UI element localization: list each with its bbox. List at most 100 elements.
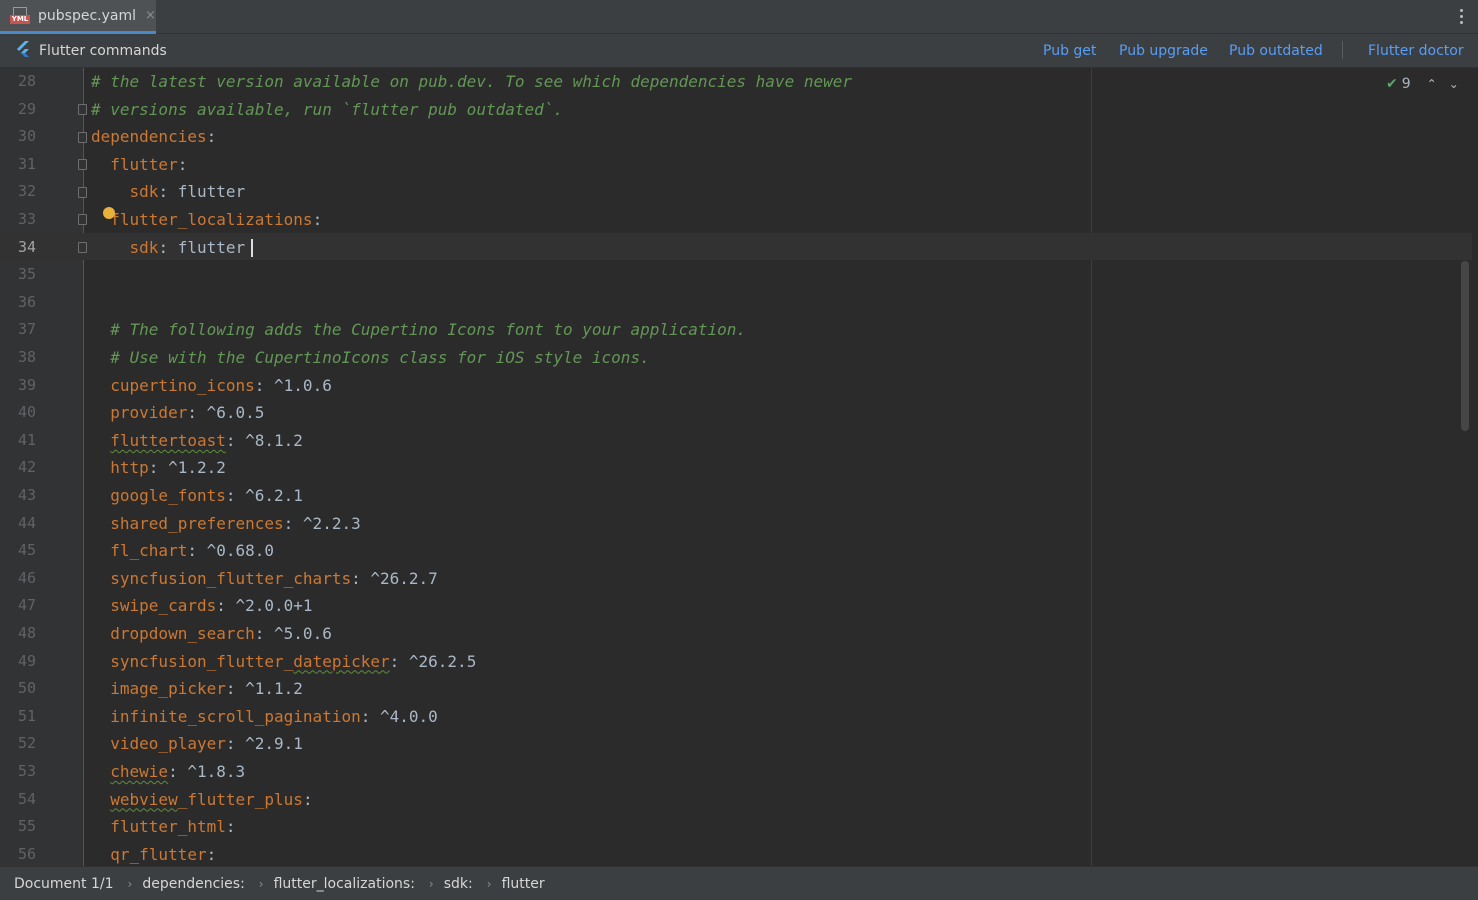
value-token: : ^2.0.0+1 bbox=[216, 596, 313, 616]
code-line[interactable]: 44 shared_preferences: ^2.2.3 bbox=[0, 510, 1478, 537]
value-token: : ^1.2.2 bbox=[148, 458, 226, 478]
comment-token: # versions available, run `flutter pub o… bbox=[91, 99, 564, 119]
value-token: : ^2.2.3 bbox=[283, 513, 361, 533]
fold-marker-icon[interactable] bbox=[78, 159, 87, 170]
key-token: http bbox=[110, 458, 149, 478]
code-line[interactable]: 33 flutter_localizations: bbox=[0, 206, 1478, 233]
code-line[interactable]: 51 infinite_scroll_pagination: ^4.0.0 bbox=[0, 703, 1478, 730]
code-text[interactable]: cupertino_icons: ^1.0.6 bbox=[91, 372, 332, 399]
code-line[interactable]: 45 fl_chart: ^0.68.0 bbox=[0, 537, 1478, 564]
code-line[interactable]: 39 cupertino_icons: ^1.0.6 bbox=[0, 372, 1478, 399]
code-line[interactable]: 50 image_picker: ^1.1.2 bbox=[0, 675, 1478, 702]
pub-upgrade-link[interactable]: Pub upgrade bbox=[1119, 43, 1208, 59]
chevron-up-icon[interactable]: ⌃ bbox=[1427, 77, 1437, 91]
code-line[interactable]: 34 sdk: flutter bbox=[0, 234, 1478, 261]
flutter-logo-icon bbox=[17, 41, 29, 57]
line-number: 37 bbox=[17, 320, 36, 339]
value-token: : ^1.1.2 bbox=[225, 679, 303, 699]
code-text[interactable]: flutter_localizations: bbox=[91, 206, 322, 233]
breadcrumb-sdk[interactable]: sdk: bbox=[444, 876, 473, 892]
key-token: syncfusion_flutter_ bbox=[110, 651, 294, 671]
fold-marker-icon[interactable] bbox=[78, 187, 87, 198]
code-text[interactable]: fluttertoast: ^8.1.2 bbox=[91, 427, 303, 454]
code-text[interactable]: infinite_scroll_pagination: ^4.0.0 bbox=[91, 703, 438, 730]
code-text[interactable]: webview_flutter_plus: bbox=[91, 786, 312, 813]
tab-pubspec-yaml[interactable]: YML pubspec.yaml × bbox=[0, 0, 156, 34]
code-text[interactable]: http: ^1.2.2 bbox=[91, 454, 226, 481]
code-text[interactable]: flutter: bbox=[91, 151, 187, 178]
value-token bbox=[91, 320, 110, 339]
fold-marker-icon[interactable] bbox=[78, 242, 87, 253]
code-text[interactable]: flutter_html: bbox=[91, 813, 235, 840]
key-token: datepicker bbox=[293, 651, 390, 671]
code-text[interactable]: # versions available, run `flutter pub o… bbox=[91, 96, 563, 123]
code-line[interactable]: 56 qr_flutter: bbox=[0, 841, 1478, 866]
code-text[interactable]: image_picker: ^1.1.2 bbox=[91, 675, 303, 702]
value-token bbox=[91, 817, 110, 836]
code-line[interactable]: 32 sdk: flutter bbox=[0, 178, 1478, 205]
code-text[interactable]: dropdown_search: ^5.0.6 bbox=[91, 620, 332, 647]
key-token: sdk bbox=[129, 237, 159, 257]
code-line[interactable]: 35 bbox=[0, 261, 1478, 288]
code-text[interactable]: video_player: ^2.9.1 bbox=[91, 730, 303, 757]
line-number: 30 bbox=[17, 127, 36, 146]
code-text[interactable]: fl_chart: ^0.68.0 bbox=[91, 537, 274, 564]
breadcrumb-dependencies[interactable]: dependencies: bbox=[142, 876, 244, 892]
fold-marker-icon[interactable] bbox=[78, 132, 87, 143]
code-line[interactable]: 48 dropdown_search: ^5.0.6 bbox=[0, 620, 1478, 647]
code-text[interactable]: # Use with the CupertinoIcons class for … bbox=[91, 344, 649, 371]
code-line[interactable]: 52 video_player: ^2.9.1 bbox=[0, 730, 1478, 757]
code-text[interactable]: chewie: ^1.8.3 bbox=[91, 758, 245, 785]
code-line[interactable]: 55 flutter_html: bbox=[0, 813, 1478, 840]
breadcrumb-flutter[interactable]: flutter bbox=[502, 876, 545, 892]
code-line[interactable]: 42 http: ^1.2.2 bbox=[0, 454, 1478, 481]
code-text[interactable]: provider: ^6.0.5 bbox=[91, 399, 264, 426]
code-text[interactable]: dependencies: bbox=[91, 123, 216, 150]
code-text[interactable]: sdk: flutter bbox=[91, 178, 246, 205]
code-text[interactable]: syncfusion_flutter_charts: ^26.2.7 bbox=[91, 565, 438, 592]
vertical-scrollbar[interactable] bbox=[1461, 261, 1469, 431]
code-editor[interactable]: 28 # the latest version available on pub.… bbox=[0, 68, 1478, 866]
code-text[interactable]: # the latest version available on pub.de… bbox=[91, 68, 852, 95]
code-text[interactable]: google_fonts: ^6.2.1 bbox=[91, 482, 303, 509]
value-token: : ^26.2.5 bbox=[389, 651, 477, 671]
code-line[interactable]: 28 # the latest version available on pub.… bbox=[0, 68, 1478, 95]
document-indicator[interactable]: Document 1/1 bbox=[14, 876, 114, 892]
pub-get-link[interactable]: Pub get bbox=[1043, 43, 1096, 59]
close-icon[interactable]: × bbox=[145, 8, 156, 23]
breadcrumb-flutter-localizations[interactable]: flutter_localizations: bbox=[274, 876, 415, 892]
code-line[interactable]: 54 webview_flutter_plus: bbox=[0, 786, 1478, 813]
code-line[interactable]: 53 chewie: ^1.8.3 bbox=[0, 758, 1478, 785]
code-line[interactable]: 36 bbox=[0, 289, 1478, 316]
code-text[interactable]: shared_preferences: ^2.2.3 bbox=[91, 510, 361, 537]
code-line[interactable]: 40 provider: ^6.0.5 bbox=[0, 399, 1478, 426]
inspection-widget[interactable]: ✔ 9 ⌃ ⌄ bbox=[1386, 76, 1459, 92]
fold-marker-icon[interactable] bbox=[78, 214, 87, 225]
code-line[interactable]: 29 # versions available, run `flutter pub… bbox=[0, 96, 1478, 123]
code-text[interactable]: swipe_cards: ^2.0.0+1 bbox=[91, 592, 313, 619]
lightbulb-icon[interactable] bbox=[103, 207, 115, 219]
chevron-down-icon[interactable]: ⌄ bbox=[1449, 77, 1459, 91]
code-line[interactable]: 38 # Use with the CupertinoIcons class f… bbox=[0, 344, 1478, 371]
comment-token: # the latest version available on pub.de… bbox=[91, 72, 852, 91]
code-line[interactable]: 46 syncfusion_flutter_charts: ^26.2.7 bbox=[0, 565, 1478, 592]
fold-marker-icon[interactable] bbox=[78, 104, 87, 115]
flutter-doctor-link[interactable]: Flutter doctor bbox=[1368, 43, 1464, 59]
line-number: 33 bbox=[17, 210, 36, 228]
code-text[interactable]: sdk: flutter bbox=[91, 234, 246, 261]
code-line[interactable]: 47 swipe_cards: ^2.0.0+1 bbox=[0, 592, 1478, 619]
key-token: sdk bbox=[129, 182, 159, 202]
more-options-icon[interactable] bbox=[1460, 9, 1464, 24]
code-text[interactable]: qr_flutter: bbox=[91, 841, 216, 866]
code-line[interactable]: 41 fluttertoast: ^8.1.2 bbox=[0, 427, 1478, 454]
code-line[interactable]: 43 google_fonts: ^6.2.1 bbox=[0, 482, 1478, 509]
code-line[interactable]: 31 flutter: bbox=[0, 151, 1478, 178]
code-line[interactable]: 49 syncfusion_flutter_datepicker: ^26.2.… bbox=[0, 648, 1478, 675]
code-text[interactable]: # The following adds the Cupertino Icons… bbox=[91, 316, 746, 343]
code-text[interactable]: syncfusion_flutter_datepicker: ^26.2.5 bbox=[91, 648, 476, 675]
line-number: 29 bbox=[17, 99, 36, 118]
code-line[interactable]: 37 # The following adds the Cupertino Ic… bbox=[0, 316, 1478, 343]
line-number: 51 bbox=[17, 706, 36, 725]
code-line[interactable]: 30 dependencies: bbox=[0, 123, 1478, 150]
pub-outdated-link[interactable]: Pub outdated bbox=[1229, 43, 1323, 59]
